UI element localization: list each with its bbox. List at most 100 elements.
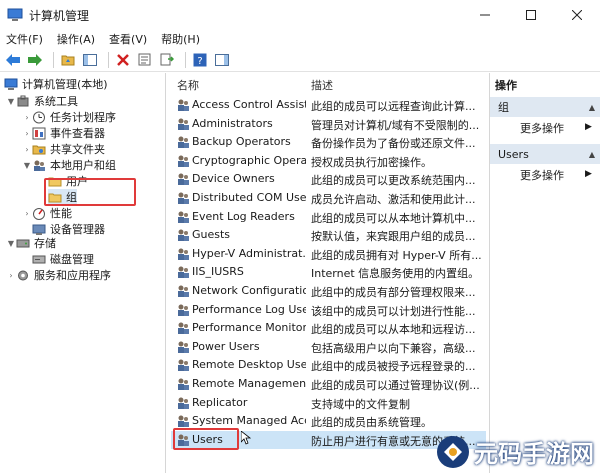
menu-view[interactable]: 查看(V) [109, 31, 147, 47]
show-action-pane-button[interactable] [213, 51, 231, 69]
delete-icon [117, 53, 129, 66]
row-description: 管理员对计算机/域有不受限制的... [311, 118, 480, 132]
group-icon [178, 378, 189, 390]
toolbar-separator [185, 51, 186, 68]
collapse-icon[interactable]: ▼ [6, 239, 16, 248]
services-icon [18, 270, 28, 280]
export-list-button[interactable] [158, 51, 176, 69]
tree-label: 系统工具 [34, 95, 78, 108]
highlight-box-users [173, 428, 239, 450]
row-name: Administrators [192, 116, 273, 130]
collapse-up-icon[interactable]: ▲ [589, 103, 595, 112]
row-name: Remote Managemen... [192, 377, 306, 390]
help-button[interactable]: ? [191, 51, 209, 69]
tree-item-system-tools[interactable]: ▼ 系统工具 [6, 93, 78, 109]
table-row[interactable]: Guests 按默认值，来宾跟用户组的成员... [171, 226, 486, 244]
tree-label: 存储 [34, 237, 56, 250]
title-bar: 计算机管理 [0, 0, 600, 30]
row-name: Power Users [192, 339, 260, 353]
actions-section-users[interactable]: Users ▲ [490, 144, 600, 164]
table-row[interactable]: Power Users 包括高级用户以向下兼容，高级... [171, 338, 486, 356]
tree-item-root[interactable]: 计算机管理(本地) [4, 76, 108, 92]
table-row[interactable]: IIS_IUSRS Internet 信息服务使用的内置组。 [171, 263, 486, 281]
table-row[interactable]: Remote Desktop Users 此组中的成员被授予远程登录的... [171, 356, 486, 374]
toolbar: ? [0, 48, 600, 72]
table-row[interactable]: Cryptographic Operat... 授权成员执行加密操作。 [171, 152, 486, 170]
actions-section-group[interactable]: 组 ▲ [490, 97, 600, 117]
expand-icon[interactable]: › [22, 129, 32, 138]
group-icon [178, 341, 189, 353]
expand-icon[interactable]: › [22, 145, 32, 154]
expand-icon[interactable]: › [6, 271, 16, 280]
list-header: 名称 描述 [171, 73, 486, 95]
tree-item-disk-management[interactable]: 磁盘管理 [32, 251, 94, 267]
delete-button[interactable] [114, 51, 132, 69]
arrow-right-icon [28, 53, 42, 66]
menu-action[interactable]: 操作(A) [57, 31, 95, 47]
table-row[interactable]: Replicator 支持域中的文件复制 [171, 394, 486, 412]
row-name: Guests [192, 228, 231, 242]
tree-item-event-viewer[interactable]: › 事件查看器 [22, 125, 105, 141]
menu-file[interactable]: 文件(F) [6, 31, 43, 47]
table-row[interactable]: Event Log Readers 此组的成员可以从本地计算机中... [171, 208, 486, 226]
tree-label: 共享文件夹 [50, 143, 105, 156]
table-row[interactable]: Hyper-V Administrat... 此组的成员拥有对 Hyper-V 所… [171, 245, 486, 263]
tree-item-task-scheduler[interactable]: › 任务计划程序 [22, 109, 116, 125]
collapse-icon[interactable]: ▼ [6, 97, 16, 106]
table-row[interactable]: Performance Log Users 该组中的成员可以计划进行性能... [171, 301, 486, 319]
up-folder-button[interactable] [59, 51, 77, 69]
expand-icon[interactable]: › [22, 209, 32, 218]
forward-button[interactable] [26, 51, 44, 69]
collapse-up-icon[interactable]: ▲ [589, 150, 595, 159]
group-icon [178, 266, 189, 279]
row-name: Replicator [192, 395, 248, 409]
group-icon [178, 99, 189, 111]
expand-icon[interactable]: › [22, 113, 32, 122]
close-button[interactable] [554, 0, 600, 30]
mouse-cursor-icon [241, 431, 251, 445]
table-row[interactable]: Distributed COM Users 成员允许启动、激活和使用此计... [171, 189, 486, 207]
back-button[interactable] [4, 51, 22, 69]
arrow-left-icon [6, 53, 20, 66]
properties-button[interactable] [136, 51, 154, 69]
tree-item-shared-folders[interactable]: › 共享文件夹 [22, 141, 105, 157]
tree-item-performance[interactable]: › 性能 [22, 205, 72, 221]
table-row[interactable]: Performance Monitor... 此组的成员可以从本地和远程访... [171, 319, 486, 337]
table-row[interactable]: Backup Operators 备份操作员为了备份或还原文件... [171, 133, 486, 151]
row-description: 该组中的成员可以计划进行性能... [311, 304, 476, 318]
row-description: 此组的成员可以通过管理协议(例... [311, 379, 480, 392]
row-description: 授权成员执行加密操作。 [311, 155, 432, 169]
table-row[interactable]: Access Control Assist... 此组的成员可以远程查询此计算..… [171, 96, 486, 114]
submenu-arrow-icon: ▶ [585, 169, 592, 179]
tree-item-storage[interactable]: ▼ 存储 [6, 235, 56, 251]
menu-help[interactable]: 帮助(H) [161, 31, 200, 47]
export-icon [160, 53, 174, 66]
column-header-description[interactable]: 描述 [311, 77, 333, 93]
column-header-name[interactable]: 名称 [177, 77, 199, 93]
submenu-arrow-icon: ▶ [585, 122, 592, 132]
group-icon [178, 118, 189, 130]
row-name: Performance Log Users [192, 302, 306, 316]
collapse-icon[interactable]: ▼ [22, 161, 32, 170]
row-name: Performance Monitor... [192, 321, 306, 335]
tree-item-local-users-groups[interactable]: ▼ 本地用户和组 [22, 157, 116, 173]
maximize-button[interactable] [508, 0, 554, 30]
watermark: 元码手游网 [436, 434, 594, 469]
row-description: 此组中的成员被授予远程登录的... [311, 360, 476, 374]
row-name: Device Owners [192, 172, 275, 186]
row-description: 此组的成员可以更改系统范围内... [311, 174, 476, 188]
show-hide-tree-button[interactable] [81, 51, 99, 69]
row-description: 此组中的成员有部分管理权限来... [311, 286, 476, 299]
minimize-button[interactable] [462, 0, 508, 30]
tree-item-services-apps[interactable]: › 服务和应用程序 [6, 267, 111, 283]
row-description: 包括高级用户以向下兼容，高级... [311, 341, 476, 355]
row-description: 此组的成员可以从本地计算机中... [311, 211, 476, 225]
row-name: System Managed Acc... [192, 414, 306, 428]
group-icon [178, 192, 189, 204]
table-row[interactable]: Network Configuratio... 此组中的成员有部分管理权限来... [171, 282, 486, 300]
table-row[interactable]: Device Owners 此组的成员可以更改系统范围内... [171, 170, 486, 188]
clock-icon [33, 111, 45, 123]
table-row[interactable]: Remote Managemen... 此组的成员可以通过管理协议(例... [171, 375, 486, 393]
table-row[interactable]: Administrators 管理员对计算机/域有不受限制的... [171, 115, 486, 133]
device-manager-icon [32, 224, 46, 235]
